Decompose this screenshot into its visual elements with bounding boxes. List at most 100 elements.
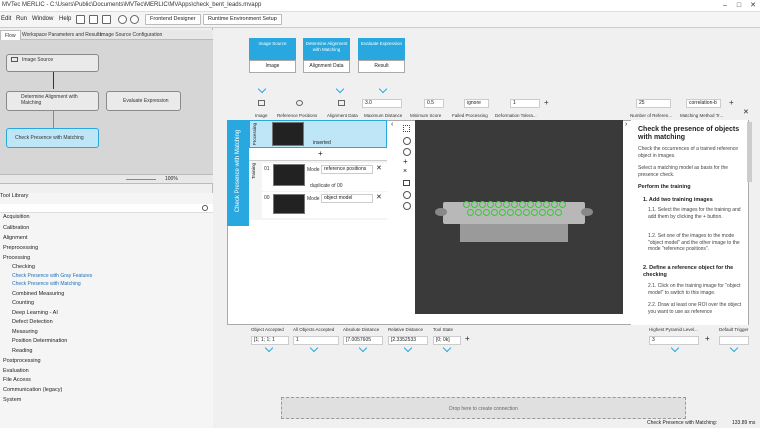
match-marker-icon bbox=[543, 201, 550, 208]
open-folder-icon[interactable] bbox=[89, 15, 98, 24]
library-item[interactable]: Postprocessing bbox=[3, 358, 41, 364]
input-source-alignment[interactable]: Determine Alignment with Matching bbox=[303, 38, 350, 60]
settings-icon[interactable] bbox=[118, 15, 127, 24]
library-item[interactable]: File Access bbox=[3, 377, 31, 383]
match-marker-icon bbox=[511, 201, 518, 208]
input-source-evaluate[interactable]: Evaluate Expression bbox=[358, 38, 405, 60]
help-text: Check the occurrences of a trained refer… bbox=[638, 146, 739, 159]
help-scrollbar[interactable] bbox=[747, 122, 752, 182]
training-thumbnail[interactable] bbox=[273, 194, 305, 214]
flow-node-image-source[interactable]: Image Source bbox=[6, 54, 99, 72]
param-label: Deformation Tolera... bbox=[495, 113, 537, 118]
library-item[interactable]: Alignment bbox=[3, 235, 27, 241]
settings-icon[interactable] bbox=[403, 202, 411, 210]
library-item[interactable]: Counting bbox=[12, 300, 34, 306]
search-icon[interactable] bbox=[202, 205, 208, 211]
param-label: Failed Processing bbox=[452, 113, 488, 118]
remove-icon[interactable]: ✕ bbox=[376, 193, 382, 201]
library-item[interactable]: Communication (legacy) bbox=[3, 387, 62, 393]
output-label: Absolute Distance bbox=[343, 327, 380, 332]
flow-node-check-presence[interactable]: Check Presence with Matching bbox=[6, 128, 99, 148]
menu-run[interactable]: Run bbox=[16, 16, 27, 22]
mode-select-01[interactable]: reference positions bbox=[321, 165, 373, 174]
flow-node-evaluate-expression[interactable]: Evaluate Expression bbox=[106, 91, 181, 111]
add-image-icon[interactable]: + bbox=[318, 149, 323, 158]
close-tool-icon[interactable]: ✕ bbox=[743, 108, 749, 116]
output-label: Default Trigger bbox=[719, 327, 749, 332]
library-item[interactable]: Reading bbox=[12, 348, 33, 354]
remove-roi-icon[interactable]: × bbox=[403, 168, 407, 175]
add-output-icon[interactable]: + bbox=[705, 334, 710, 343]
zoom-in-icon[interactable] bbox=[403, 137, 411, 145]
new-file-icon[interactable] bbox=[76, 15, 85, 24]
library-subitem[interactable]: Check Presence with Gray Features bbox=[12, 273, 92, 279]
library-item[interactable]: Combined Measuring bbox=[12, 291, 64, 297]
flow-canvas[interactable]: Image Source Determine Alignment with Ma… bbox=[0, 40, 213, 175]
processing-image-row[interactable]: Processing inserted bbox=[249, 120, 387, 148]
library-item[interactable]: Calibration bbox=[3, 225, 29, 231]
deformation-input[interactable]: 1 bbox=[510, 99, 540, 108]
param-label: Alignment Data bbox=[327, 113, 358, 118]
library-item[interactable]: Defect Detection bbox=[12, 319, 53, 325]
add-param-icon[interactable]: + bbox=[729, 98, 734, 107]
camera-icon[interactable] bbox=[130, 15, 139, 24]
library-item[interactable]: Checking bbox=[12, 264, 35, 270]
image-viewer[interactable] bbox=[415, 120, 623, 314]
max-distance-input[interactable]: 3.0 bbox=[362, 99, 402, 108]
fit-view-icon[interactable] bbox=[403, 125, 410, 132]
minimize-button[interactable]: – bbox=[718, 1, 732, 11]
collapse-right-icon[interactable]: › bbox=[625, 121, 627, 128]
library-item[interactable]: Preprocessing bbox=[3, 245, 38, 251]
rectangle-roi-icon[interactable] bbox=[403, 180, 410, 186]
library-item[interactable]: Processing bbox=[3, 255, 30, 261]
add-output-icon[interactable]: + bbox=[465, 334, 470, 343]
training-thumbnail[interactable] bbox=[273, 164, 305, 186]
menu-window[interactable]: Window bbox=[32, 16, 53, 22]
library-subitem[interactable]: Check Presence with Matching bbox=[12, 281, 81, 287]
match-marker-icon bbox=[559, 201, 566, 208]
circle-roi-icon[interactable] bbox=[403, 191, 411, 199]
help-text: 1.2. Set one of the images to the mode "… bbox=[648, 233, 740, 252]
menu-edit[interactable]: Edit bbox=[1, 16, 11, 22]
library-search-input[interactable] bbox=[0, 204, 213, 213]
training-row-01[interactable]: 01 Mode reference positions ✕ duplicate … bbox=[262, 163, 387, 191]
tab-image-source-config[interactable]: Image Source Configuration bbox=[96, 30, 166, 40]
maximize-button[interactable]: □ bbox=[732, 1, 746, 11]
add-roi-icon[interactable]: + bbox=[403, 157, 408, 166]
num-references-input[interactable]: 25 bbox=[636, 99, 671, 108]
match-marker-icon bbox=[519, 201, 526, 208]
library-item[interactable]: Position Determination bbox=[12, 338, 67, 344]
min-score-input[interactable]: 0.5 bbox=[424, 99, 444, 108]
processing-thumbnail[interactable] bbox=[272, 122, 304, 146]
runtime-setup-button[interactable]: Runtime Environment Setup bbox=[203, 14, 282, 25]
drop-connection-area[interactable]: Drop here to create connection bbox=[281, 397, 686, 419]
matching-method-select[interactable]: correlation-b bbox=[686, 99, 721, 108]
menu-help[interactable]: Help bbox=[59, 16, 71, 22]
close-button[interactable]: ✕ bbox=[746, 1, 760, 11]
collapse-left-icon[interactable]: ‹ bbox=[391, 121, 393, 128]
tab-workspace-params[interactable]: Workspace Parameters and Results bbox=[18, 30, 106, 40]
library-item[interactable]: System bbox=[3, 397, 21, 403]
flow-node-determine-alignment[interactable]: Determine Alignment with Matching bbox=[6, 91, 99, 111]
library-item[interactable]: Evaluation bbox=[3, 368, 29, 374]
camera-icon bbox=[11, 57, 18, 63]
match-marker-icon bbox=[479, 201, 486, 208]
save-icon[interactable] bbox=[102, 15, 111, 24]
zoom-slider[interactable] bbox=[126, 179, 156, 180]
failed-processing-select[interactable]: ignore bbox=[464, 99, 489, 108]
status-bar: Check Presence with Matching: 133.89 ms bbox=[214, 419, 760, 428]
output-label: Relative Distance bbox=[388, 327, 424, 332]
training-row-00[interactable]: 00 Mode object model ✕ bbox=[262, 192, 387, 218]
status-time: 133.89 ms bbox=[732, 420, 756, 426]
library-item[interactable]: Measuring bbox=[12, 329, 38, 335]
library-item[interactable]: Deep Learning - AI bbox=[12, 310, 58, 316]
input-source-image-source[interactable]: Image Source bbox=[249, 38, 296, 60]
library-item[interactable]: Acquisition bbox=[3, 214, 30, 220]
frontend-designer-button[interactable]: Frontend Designer bbox=[145, 14, 201, 25]
zoom-out-icon[interactable] bbox=[403, 148, 411, 156]
row-id: 01 bbox=[264, 166, 270, 172]
mode-select-00[interactable]: object model bbox=[321, 194, 373, 203]
match-marker-icon bbox=[531, 209, 538, 216]
remove-icon[interactable]: ✕ bbox=[376, 164, 382, 172]
add-param-icon[interactable]: + bbox=[544, 98, 549, 107]
